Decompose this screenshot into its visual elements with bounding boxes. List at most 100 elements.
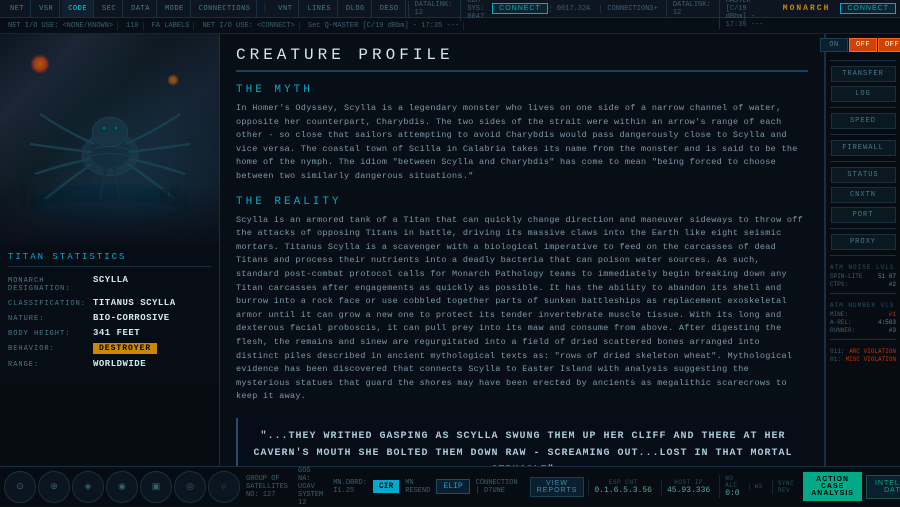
stat-host-val: 45.93.336 [667, 486, 710, 495]
titan-image-area [0, 34, 219, 244]
atm-row-2: CTPS: #2 [830, 281, 896, 288]
atm-noise-title: ATM NOISE LVLS [830, 264, 896, 271]
status-button[interactable]: STATUS [831, 167, 896, 183]
stat-value-classification: TITANUS SCYLLA [93, 298, 176, 308]
com-sys-info: COM SYS: 0047 [460, 0, 490, 21]
tab-mode[interactable]: MODE [159, 0, 191, 17]
status-row-1: 011: ARC VIOLATION [830, 348, 896, 355]
stat-label-classification: CLASSIFICATION: [8, 300, 93, 308]
divider-1 [830, 60, 896, 61]
atm-label-1: SPIN-LITE [830, 273, 862, 280]
view-reports-button[interactable]: VIEW REPORTS [530, 477, 585, 497]
port-button[interactable]: PORT [831, 207, 896, 223]
net-io2-label: NET I/O USE: <CONNECT> [198, 22, 299, 30]
num-val-runner: #3 [889, 327, 896, 334]
toggle-on-button[interactable]: ON [820, 38, 848, 52]
speed-button[interactable]: SPEED [831, 113, 896, 129]
stat-sync-rev: SYNC REV [772, 480, 799, 494]
bottom-icon-5[interactable]: ▣ [140, 471, 172, 503]
bottom-icon-6[interactable]: ◎ [174, 471, 206, 503]
top-navigation-bar: NET VSR CODE SEC DATA MODE CONNECTIONS |… [0, 0, 900, 18]
intelligence-database-button[interactable]: INTELLIGENCEDATABASE [866, 475, 900, 499]
mn-resend-text: MN RESEND [401, 479, 434, 495]
stat-host-ip: HOST IP 45.93.336 [661, 479, 715, 495]
bottom-icon-3[interactable]: ◈ [72, 471, 104, 503]
status-val-2: MISC VIOLATION [846, 356, 896, 363]
fa-labels: FA LABELS [148, 22, 195, 30]
divider-5 [830, 228, 896, 229]
stat-label-height: BODY HEIGHT: [8, 330, 93, 338]
status-label-1: 011: [830, 348, 844, 355]
tab-sec[interactable]: SEC [96, 0, 123, 17]
stat-esp-val: 0.1.6.5.3.56 [594, 486, 652, 495]
behavior-badge: DESTROYER [93, 343, 157, 354]
bottom-icon-7[interactable]: ○ [208, 471, 240, 503]
action-case-button[interactable]: ACTION CASEANALYSIS [803, 472, 862, 501]
datalink-info: DATALINK: 12 [408, 1, 459, 17]
tab-data[interactable]: DATA [125, 0, 157, 17]
num-val-mine: #1 [889, 311, 896, 318]
reality-text: Scylla is an armored tank of a Titan tha… [236, 214, 808, 404]
bottom-icon-2[interactable]: ⊕ [38, 471, 70, 503]
stat-esp-label: ESP CNT [609, 479, 638, 486]
tab-net[interactable]: NET [4, 0, 31, 17]
log-button[interactable]: LOG [831, 86, 896, 102]
firewall-button[interactable]: FIREWALL [831, 140, 896, 156]
left-panel: TITAN STATISTICS MONARCH DESIGNATION: SC… [0, 34, 220, 466]
num-row-3: RUNNER: #3 [830, 327, 896, 334]
id-code-info: 0017.32A [550, 5, 597, 13]
monarch-logo: MONARCH [775, 4, 839, 13]
center-content-panel: CREATURE PROFILE THE MYTH In Homer's Ody… [220, 34, 825, 466]
toggle-off-button-2[interactable]: OFF [878, 38, 900, 52]
status-label-2: 01: [830, 356, 841, 363]
bottom-icon-4[interactable]: ◉ [106, 471, 138, 503]
stat-label-behavior: BEHAVIOR: [8, 345, 93, 353]
connections-info: CONNECTIONS+ [600, 5, 663, 13]
num-label-mine: MINE: [830, 311, 848, 318]
cir-button[interactable]: CIR [373, 480, 399, 493]
connection-text: CONNECTION | D7UNE [472, 479, 522, 495]
bottom-bar: ⊙ ⊕ ◈ ◉ ▣ ◎ ○ GROUP OF SATELLITES NO: 12… [0, 466, 900, 506]
stat-value-range: WORLDWIDE [93, 359, 146, 369]
num-row-1: MINE: #1 [830, 311, 896, 318]
atm-row-1: SPIN-LITE 51 87 [830, 273, 896, 280]
tab-code[interactable]: CODE [62, 0, 94, 17]
city-silhouette [0, 184, 219, 244]
stat-ws-label: WS [755, 483, 763, 490]
quote-block: "...THEY WRITHED GASPING AS SCYLLA SWUNG… [236, 418, 808, 466]
titan-stats-title: TITAN STATISTICS [8, 252, 211, 267]
toggle-off-button-1[interactable]: OFF [849, 38, 877, 52]
transfer-button[interactable]: TRANSFER [831, 66, 896, 82]
tab-dlog[interactable]: DLOG [340, 0, 372, 17]
bottom-icon-1[interactable]: ⊙ [4, 471, 36, 503]
connect-button-1[interactable]: CONNECT [492, 3, 548, 14]
cnxtn-button[interactable]: CNXTN [831, 187, 896, 203]
stat-label-designation: MONARCH DESIGNATION: [8, 277, 93, 293]
atm-noise-section: ATM NOISE LVLS SPIN-LITE 51 87 CTPS: #2 [830, 264, 896, 289]
stat-value-nature: BIO-CORROSIVE [93, 313, 170, 323]
proxy-button[interactable]: PROXY [831, 234, 896, 250]
tab-connections[interactable]: CONNECTIONS [193, 0, 258, 17]
divider-2 [830, 107, 896, 108]
num-row-2: A-REL: 4:503 [830, 319, 896, 326]
on-off-toggle-group: ON OFF OFF [820, 38, 900, 52]
connect-button-2[interactable]: CONNECT [840, 3, 896, 14]
atm-number-title: ATM NUMBER VLS [830, 302, 896, 309]
divider-6 [830, 255, 896, 256]
stat-esp-cnt: ESP CNT 0.1.6.5.3.56 [588, 479, 657, 495]
atm-val-2: #2 [889, 281, 896, 288]
tab-deso[interactable]: DESO [374, 0, 406, 17]
tab-lines[interactable]: LINES [301, 0, 338, 17]
reality-section-title: THE REALITY [236, 196, 808, 208]
elip-button[interactable]: ELIP [436, 479, 469, 494]
status-section: 011: ARC VIOLATION 01: MISC VIOLATION [830, 348, 896, 364]
tab-vsr[interactable]: VSR [33, 0, 60, 17]
stat-alc-val: 0:0 [725, 489, 739, 498]
tab-vnt[interactable]: VNT [272, 0, 299, 17]
num-label-runner: RUNNER: [830, 327, 855, 334]
divider-8 [830, 339, 896, 340]
atm-val-1: 51 87 [878, 273, 896, 280]
status-val-1: ARC VIOLATION [849, 348, 896, 355]
main-content-area: TITAN STATISTICS MONARCH DESIGNATION: SC… [0, 34, 900, 466]
datalink2-info: DATALINK: 12 [666, 1, 717, 17]
